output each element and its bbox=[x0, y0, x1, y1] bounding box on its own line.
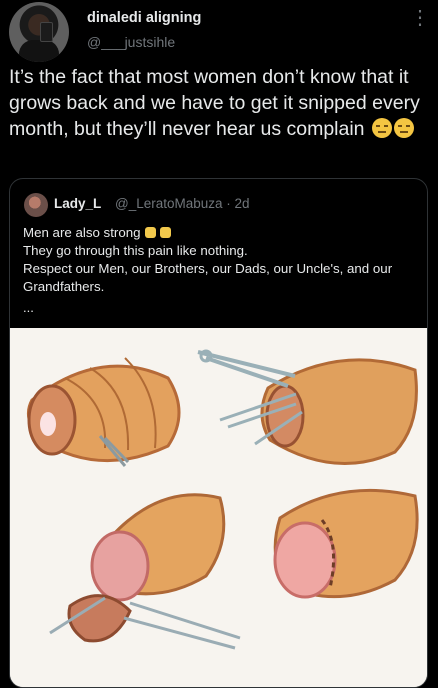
quoted-time: 2d bbox=[234, 196, 250, 211]
more-icon[interactable]: ⋮ bbox=[410, 8, 430, 28]
quoted-line-2: They go through this pain like nothing. bbox=[23, 243, 248, 258]
flexed-biceps-icon bbox=[144, 227, 156, 238]
quoted-ellipsis: ... bbox=[23, 300, 34, 315]
tweet-text: It’s the fact that most women don’t know… bbox=[9, 66, 420, 140]
tweet-body: It’s the fact that most women don’t know… bbox=[9, 64, 429, 142]
quoted-line-1: Men are also strong bbox=[23, 224, 418, 242]
author-avatar[interactable] bbox=[9, 2, 69, 62]
avatar-shirt bbox=[19, 40, 59, 62]
quoted-line-3: Respect our Men, our Brothers, our Dads,… bbox=[23, 261, 393, 276]
quoted-media-image[interactable] bbox=[10, 328, 427, 687]
quoted-tweet[interactable]: Lady_L @_LeratoMabuza · 2d Men are also … bbox=[9, 178, 428, 688]
author-display-name[interactable]: dinaledi aligning bbox=[87, 10, 201, 26]
quoted-text: Men are also strong They go through this… bbox=[23, 224, 418, 296]
relieved-emoji-icon bbox=[393, 118, 414, 138]
expressionless-emoji-icon bbox=[371, 118, 392, 138]
quoted-line-4: Grandfathers. bbox=[23, 279, 105, 294]
quoted-author-avatar[interactable] bbox=[24, 193, 48, 217]
quoted-author-name[interactable]: Lady_L bbox=[54, 196, 101, 211]
surgery-illustration-icon bbox=[10, 328, 427, 687]
tweet-header: dinaledi aligning @___justsihle ⋮ bbox=[0, 0, 438, 62]
avatar-phone bbox=[40, 22, 53, 42]
quoted-line-1-text: Men are also strong bbox=[23, 225, 141, 240]
author-handle[interactable]: @___justsihle bbox=[87, 34, 175, 50]
quoted-author-handle[interactable]: @_LeratoMabuza · 2d bbox=[115, 196, 250, 211]
quoted-handle-text: @_LeratoMabuza bbox=[115, 196, 223, 211]
clapping-hands-icon bbox=[159, 227, 171, 238]
